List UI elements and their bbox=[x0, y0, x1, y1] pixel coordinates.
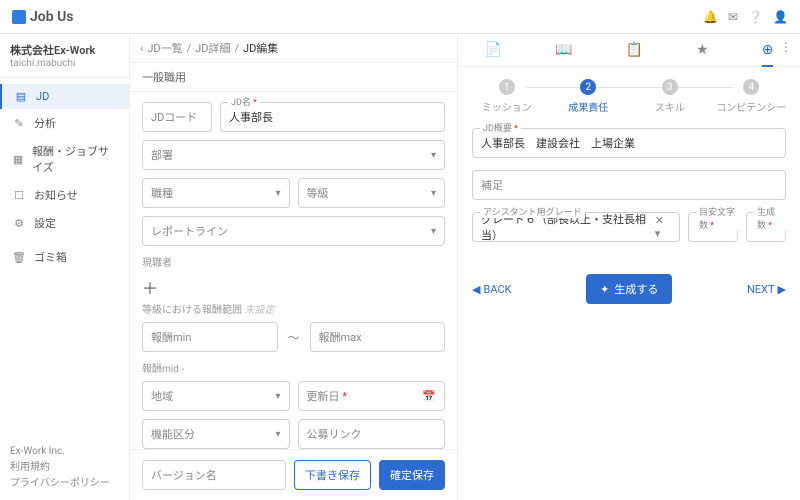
supplement-input[interactable]: 補足 bbox=[472, 170, 786, 200]
step-competency[interactable]: 4コンピテンシー bbox=[711, 79, 793, 114]
step-label: 成果責任 bbox=[568, 99, 608, 114]
tab-notes-icon[interactable]: 📋 bbox=[626, 42, 643, 58]
footer-terms[interactable]: 利用規約 bbox=[10, 460, 119, 476]
version-input[interactable]: バージョン名 bbox=[142, 460, 286, 490]
step-label: コンピテンシー bbox=[716, 99, 786, 114]
step-mission[interactable]: 1ミッション bbox=[466, 79, 548, 114]
company-block: 株式会社Ex-Work taichi.mabuchi bbox=[0, 34, 129, 78]
sidebar-item-jd[interactable]: ▤ JD bbox=[0, 84, 129, 109]
charcount-label: 目安文字数 * bbox=[696, 205, 738, 231]
account-icon[interactable]: 👤 bbox=[773, 10, 788, 24]
overview-label: JD概要 * bbox=[480, 121, 521, 134]
tab-star-icon[interactable]: ★ bbox=[696, 42, 709, 58]
confirm-save-button[interactable]: 確定保存 bbox=[379, 460, 445, 490]
tab-doc-icon[interactable]: 📄 bbox=[485, 42, 502, 58]
bell-icon[interactable]: 🔔 bbox=[703, 10, 718, 24]
tab-add-icon[interactable]: ⊕ bbox=[762, 42, 774, 67]
mail-icon[interactable]: ✉ bbox=[728, 10, 738, 24]
calendar-icon: 📅 bbox=[422, 390, 436, 403]
next-button[interactable]: NEXT ▶ bbox=[747, 283, 786, 296]
company-name: 株式会社Ex-Work bbox=[10, 42, 119, 58]
right-menu-icon[interactable]: ⋮ bbox=[780, 40, 792, 54]
footer-company: Ex-Work Inc. bbox=[10, 444, 119, 460]
breadcrumb-item[interactable]: JD詳細 bbox=[195, 40, 230, 56]
comp-mid-label: 報酬mid - bbox=[142, 360, 445, 375]
incumbent-label: 現職者 bbox=[142, 254, 445, 269]
step-skills[interactable]: 3スキル bbox=[629, 79, 711, 114]
gencount-label: 生成数 * bbox=[754, 205, 786, 231]
sidebar-item-label: 設定 bbox=[34, 215, 56, 231]
jd-code-input[interactable]: JDコード bbox=[142, 102, 212, 132]
brand-text: Job Us bbox=[30, 9, 73, 25]
breadcrumb-item[interactable]: JD一覧 bbox=[147, 40, 182, 56]
breadcrumb-back-icon[interactable]: ‹ bbox=[140, 42, 143, 55]
update-date-input[interactable]: 更新日 *📅 bbox=[298, 381, 446, 411]
step-label: スキル bbox=[655, 99, 685, 114]
sidebar-item-analytics[interactable]: ✎ 分析 bbox=[0, 109, 129, 137]
tab-book-icon[interactable]: 📖 bbox=[555, 42, 572, 58]
section-title: 一般職用 bbox=[130, 63, 457, 92]
generate-button[interactable]: ✦ 生成する bbox=[586, 274, 672, 304]
comp-range-unset: 未設定 bbox=[244, 305, 274, 316]
step-outcomes[interactable]: 2成果責任 bbox=[548, 79, 630, 114]
help-icon[interactable]: ❔ bbox=[748, 10, 763, 24]
back-button[interactable]: ◀ BACK bbox=[472, 283, 512, 296]
reportline-select[interactable]: レポートライン bbox=[142, 216, 445, 246]
sidebar-item-label: 報酬・ジョブサイズ bbox=[32, 143, 117, 175]
footer-privacy[interactable]: プライバシーポリシー bbox=[10, 476, 119, 492]
sidebar-item-label: お知らせ bbox=[34, 187, 78, 203]
assistant-grade-label: アシスタント用グレード bbox=[480, 205, 585, 218]
add-incumbent-button[interactable]: ＋ bbox=[142, 275, 162, 299]
func-class-select[interactable]: 機能区分 bbox=[142, 419, 290, 449]
region-select[interactable]: 地域 bbox=[142, 381, 290, 411]
sidebar-item-label: 分析 bbox=[34, 115, 56, 131]
notice-icon: ☐ bbox=[12, 189, 26, 202]
doc-icon: ▤ bbox=[14, 90, 28, 103]
step-label: ミッション bbox=[482, 99, 532, 114]
jd-name-label: JD名 * bbox=[228, 95, 260, 108]
clear-icon[interactable]: ✕ ▾ bbox=[655, 214, 671, 240]
grade-select[interactable]: 等級 bbox=[298, 178, 446, 208]
comp-min-input[interactable]: 報酬min bbox=[142, 322, 278, 352]
trash-icon: 🗑 bbox=[12, 251, 26, 264]
company-user: taichi.mabuchi bbox=[10, 58, 119, 69]
comp-range-label: 等級における報酬範囲 bbox=[142, 305, 242, 316]
jobtype-select[interactable]: 職種 bbox=[142, 178, 290, 208]
sidebar-item-compensation[interactable]: ▦ 報酬・ジョブサイズ bbox=[0, 137, 129, 181]
sidebar-item-settings[interactable]: ⚙ 設定 bbox=[0, 209, 129, 237]
range-tilde: 〜 bbox=[286, 329, 302, 346]
sidebar-item-trash[interactable]: 🗑 ゴミ箱 bbox=[0, 243, 129, 271]
logo[interactable]: Job Us bbox=[12, 9, 73, 25]
breadcrumb: ‹ JD一覧 / JD詳細 / JD編集 bbox=[130, 34, 457, 63]
gear-icon: ⚙ bbox=[12, 217, 26, 230]
sidebar-item-label: ゴミ箱 bbox=[34, 249, 67, 265]
logo-mark bbox=[12, 10, 26, 24]
breadcrumb-item: JD編集 bbox=[243, 40, 278, 56]
analytics-icon: ✎ bbox=[12, 117, 26, 130]
money-icon: ▦ bbox=[12, 153, 24, 166]
sidebar-item-label: JD bbox=[36, 90, 49, 103]
draft-save-button[interactable]: 下書き保存 bbox=[294, 460, 371, 490]
dept-select[interactable]: 部署 bbox=[142, 140, 445, 170]
sidebar-item-notice[interactable]: ☐ お知らせ bbox=[0, 181, 129, 209]
comp-max-input[interactable]: 報酬max bbox=[310, 322, 446, 352]
open-link-input[interactable]: 公募リンク bbox=[298, 419, 446, 449]
